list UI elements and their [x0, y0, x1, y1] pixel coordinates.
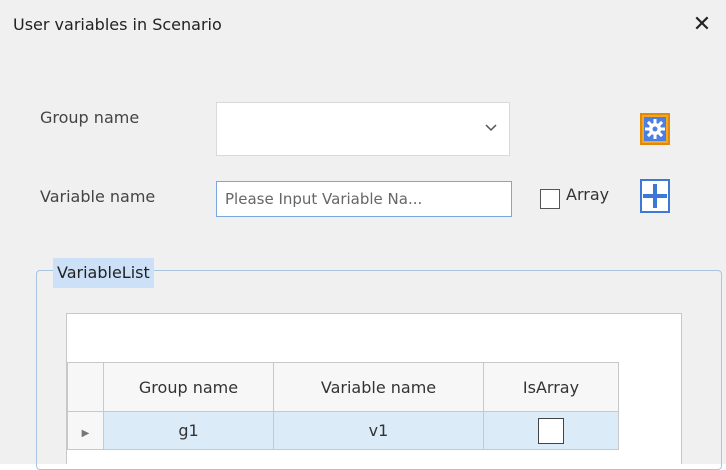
row-selector[interactable]: ▶: [67, 411, 104, 450]
group-name-label: Group name: [40, 108, 140, 127]
add-variable-button[interactable]: [640, 179, 670, 213]
column-header-group-name[interactable]: Group name: [103, 362, 274, 412]
gear-icon: [645, 119, 665, 139]
column-header-variable-name[interactable]: Variable name: [273, 362, 484, 412]
chevron-down-icon: [485, 124, 497, 132]
row-header-corner: [67, 362, 104, 412]
isarray-checkbox[interactable]: [538, 417, 564, 444]
settings-button[interactable]: [640, 113, 670, 145]
table-row[interactable]: ▶ g1 v1: [67, 411, 619, 450]
plus-icon: [643, 184, 667, 208]
variable-table: Group name Variable name IsArray ▶ g1 v1: [67, 362, 619, 450]
variable-name-label: Variable name: [40, 187, 156, 206]
cell-group-name[interactable]: g1: [103, 411, 274, 450]
column-header-isarray[interactable]: IsArray: [483, 362, 619, 412]
array-checkbox[interactable]: [540, 189, 560, 209]
table-header-row: Group name Variable name IsArray: [67, 362, 619, 412]
cell-isarray[interactable]: [483, 411, 619, 450]
close-button[interactable]: ✕: [689, 12, 715, 38]
cell-variable-name[interactable]: v1: [273, 411, 484, 450]
variable-name-input[interactable]: [216, 181, 512, 217]
group-name-combobox[interactable]: [216, 102, 510, 156]
title-bar: User variables in Scenario ✕: [0, 0, 726, 48]
window-title: User variables in Scenario: [13, 15, 222, 34]
row-pointer-icon: ▶: [81, 428, 90, 439]
array-label: Array: [566, 185, 610, 204]
variable-list-legend: VariableList: [53, 258, 154, 288]
